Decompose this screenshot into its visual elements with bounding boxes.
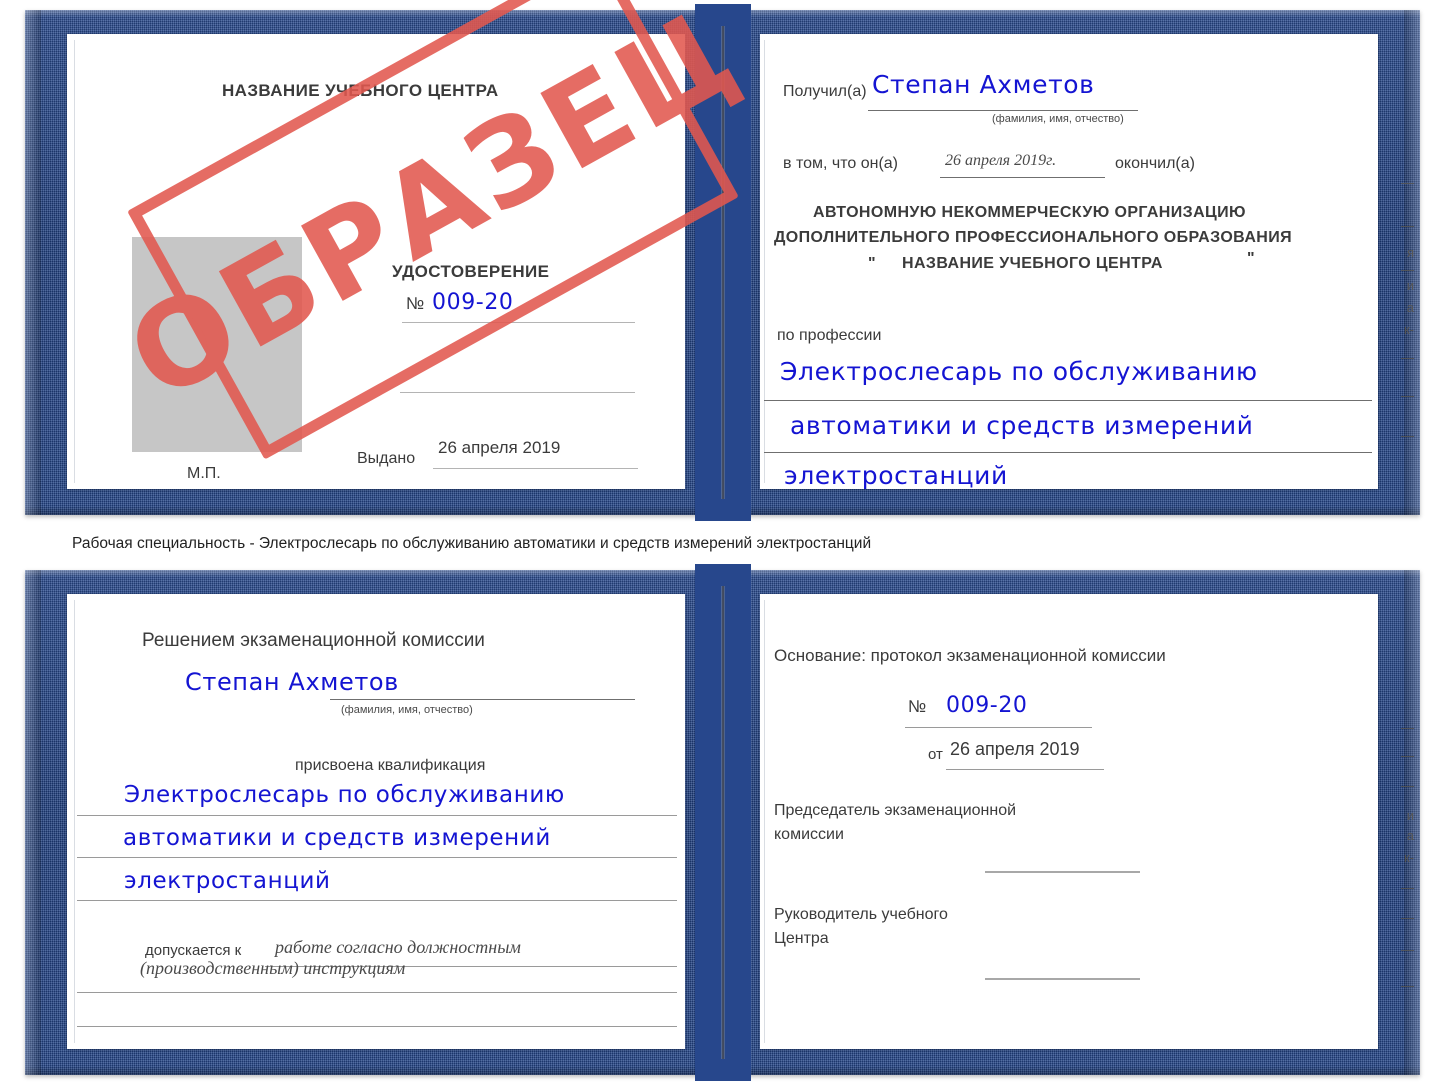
admitted-line-2: (производственным) инструкциям [140,958,406,978]
fio-hint-top: (фамилия, имя, отчество) [992,113,1124,125]
page-bottom-right: Основание: протокол экзаменационной коми… [760,594,1378,1049]
certificate-number-value: 009-20 [432,290,514,315]
qualification-line-1: Электрослесарь по обслуживанию [124,782,565,808]
protocol-number-value: 009-20 [946,693,1028,718]
edge-glyph: к- [1403,850,1414,865]
cover-edge-left [25,570,41,1075]
edge-glyph: а [1406,300,1414,315]
page-fold-line [764,600,765,1043]
edge-glyph: — [1401,778,1414,793]
page-top-right: Получил(а) Степан Ахметов (фамилия, имя,… [760,34,1378,490]
certificate-number-label: № [406,294,425,313]
image-caption: Рабочая специальность - Электрослесарь п… [72,535,872,552]
edge-glyph: — [1401,910,1414,925]
edge-glyph: — [1401,978,1414,993]
cover-edge-left [25,10,41,515]
page-fold-line [764,40,765,483]
protocol-number-rule [905,727,1092,728]
edge-glyph: к- [1403,322,1414,337]
edge-glyph: и [1406,278,1414,293]
edge-glyph: — [1401,748,1414,763]
in-that-label: в том, что он(а) [783,155,898,172]
booklet-spine-top [694,4,751,521]
chairman-line-1: Председатель экзаменационной [774,802,1017,819]
basis-label: Основание: протокол экзаменационной коми… [774,646,1166,665]
in-that-value: 26 апреля 2019г. [945,152,1057,169]
seal-label: М.П. [187,465,221,482]
certificate-bottom: Решением экзаменационной комиссии Степан… [25,564,1420,1081]
profession-rule-2 [764,452,1372,453]
organization-quote-close: " [1247,250,1255,267]
training-center-name-top: НАЗВАНИЕ УЧЕБНОГО ЦЕНТРА [222,81,499,100]
qualification-rule-3 [77,900,677,901]
organization-line-1: АВТОНОМНУЮ НЕКОММЕРЧЕСКУЮ ОРГАНИЗАЦИЮ [813,204,1246,221]
organization-line-3: НАЗВАНИЕ УЧЕБНОГО ЦЕНТРА [902,255,1163,272]
edge-glyph: — [1401,175,1414,190]
spine-stitch-line [721,26,724,499]
edge-glyph: — [1401,262,1414,277]
edge-glyph: и [1406,808,1414,823]
chairman-line-2: комиссии [774,826,844,843]
profession-line-2: автоматики и средств измерений [790,411,1254,440]
edge-glyph: — [1401,720,1414,735]
qualification-rule-1 [77,815,677,816]
decision-label: Решением экзаменационной комиссии [142,630,485,651]
certificate-number-rule [402,322,635,323]
qualification-label: присвоена квалификация [295,757,486,774]
qualification-line-2: автоматики и средств измерений [123,825,551,851]
admitted-rule-2 [77,992,677,993]
certificate-title: УДОСТОВЕРЕНИЕ [392,262,550,281]
protocol-from-value: 26 апреля 2019 [950,739,1080,759]
blank-rule-1 [400,392,635,393]
finished-label: окончил(а) [1115,155,1195,172]
organization-quote-open: " [868,255,876,272]
decision-name-rule [330,699,635,700]
booklet-spine-bottom [694,564,751,1081]
certificate-top: НАЗВАНИЕ УЧЕБНОГО ЦЕНТРА М.П. УДОСТОВЕРЕ… [25,0,1420,521]
head-line-2: Центра [774,930,829,947]
decision-name-value: Степан Ахметов [185,668,399,696]
protocol-from-label: от [928,746,943,763]
edge-glyph: — [1401,388,1414,403]
page-fold-line [74,600,75,1043]
received-rule [868,110,1138,111]
received-value: Степан Ахметов [872,70,1095,99]
protocol-from-rule [946,769,1104,770]
edge-cutoff-glyphs-bottom: — — — и а к- — — — — [1388,570,1414,1075]
organization-line-2: ДОПОЛНИТЕЛЬНОГО ПРОФЕССИОНАЛЬНОГО ОБРАЗО… [774,229,1293,246]
edge-glyph: — [1401,942,1414,957]
edge-glyph: — [1401,428,1414,443]
head-line-1: Руководитель учебного [774,906,948,923]
edge-glyph: а [1406,828,1414,843]
received-label: Получил(а) [783,83,867,100]
page-fold-line [74,40,75,483]
edge-glyph: — [1401,350,1414,365]
profession-line-3: электростанций [784,461,1008,490]
edge-cutoff-glyphs-top: — — я — и а к- — — — [1388,10,1414,515]
chairman-signature-rule [985,871,1140,873]
fio-hint-bottom: (фамилия, имя, отчество) [341,704,473,716]
profession-label: по профессии [777,327,882,344]
qualification-line-3: электростанций [124,868,331,894]
edge-glyph: — [1401,880,1414,895]
qualification-rule-2 [77,857,677,858]
edge-glyph: — [1401,218,1414,233]
head-signature-rule [985,978,1140,980]
spine-stitch-line [721,586,724,1059]
page-bottom-left: Решением экзаменационной комиссии Степан… [67,594,685,1049]
issued-value: 26 апреля 2019 [438,438,561,457]
page-top-left: НАЗВАНИЕ УЧЕБНОГО ЦЕНТРА М.П. УДОСТОВЕРЕ… [67,0,759,489]
profession-rule-1 [764,400,1372,401]
profession-line-1: Электрослесарь по обслуживанию [780,357,1258,386]
admitted-rule-3 [77,1026,677,1027]
edge-glyph: я [1406,245,1414,260]
admitted-line-1: работе согласно должностным [275,937,521,957]
photo-placeholder [132,237,302,452]
protocol-number-label: № [908,697,927,716]
admitted-label: допускается к [145,942,242,959]
issued-label: Выдано [357,450,416,467]
in-that-rule [940,177,1105,178]
issued-rule [433,468,638,469]
